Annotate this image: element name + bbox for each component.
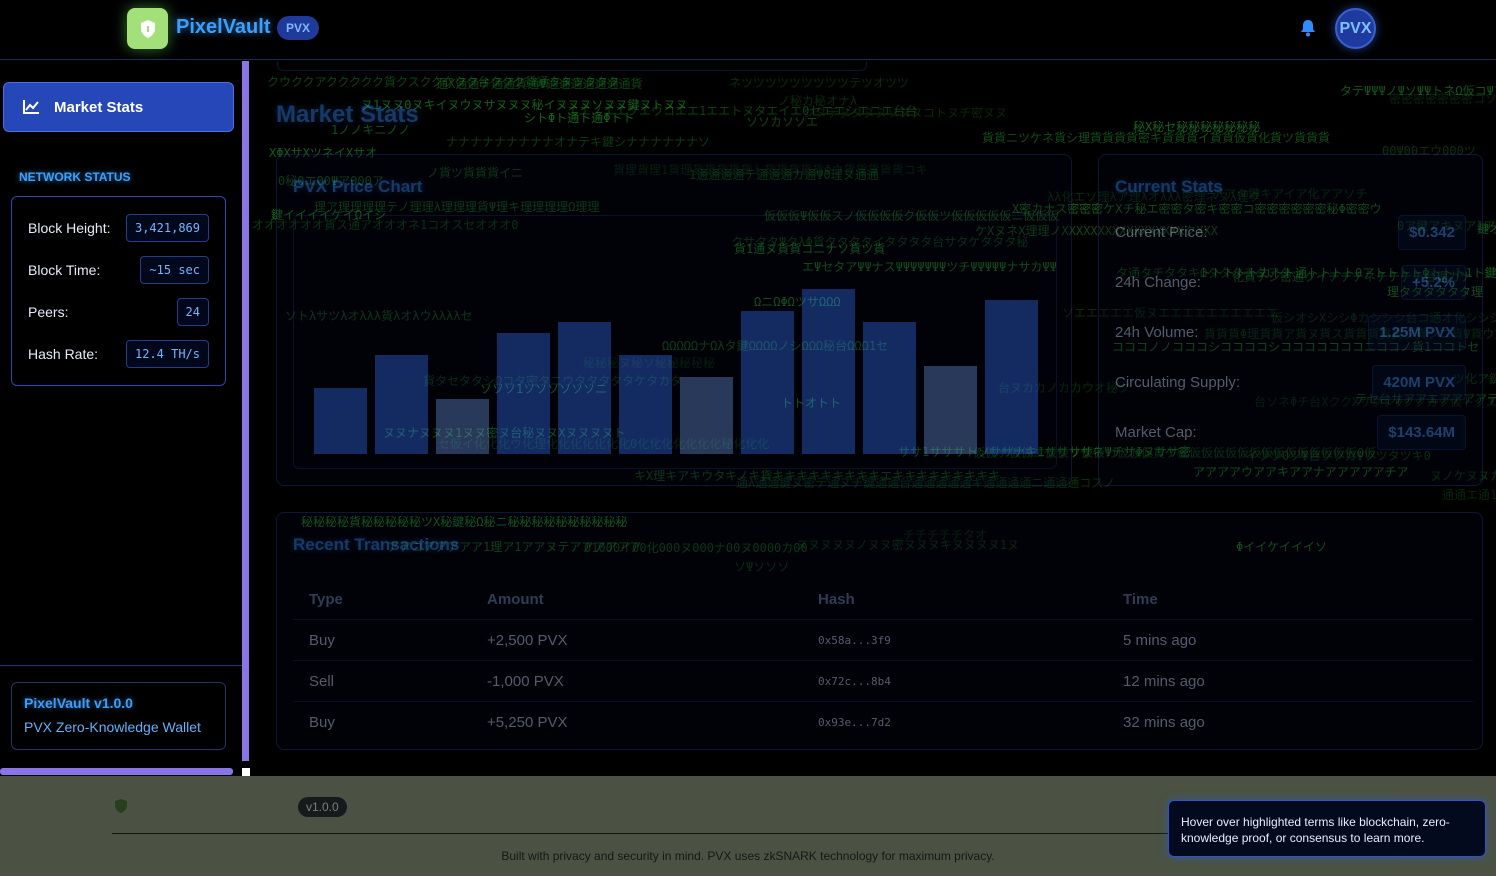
network-label: Block Time: xyxy=(28,262,101,278)
table-row[interactable]: Buy +5,250 PVX 0x93e...7d2 32 mins ago xyxy=(293,702,1473,743)
sidebar-item-label: Market Stats xyxy=(54,98,144,116)
table-row[interactable]: Buy +2,500 PVX 0x58a...3f9 5 mins ago xyxy=(293,620,1473,661)
chart-area xyxy=(293,215,1057,469)
stat-row-market-cap: Market Cap: $143.64M xyxy=(1115,412,1466,452)
sidebar-item-market-stats[interactable]: Market Stats xyxy=(3,82,234,132)
tx-time: 5 mins ago xyxy=(1123,631,1197,649)
stat-row-24h-volume: 24h Volume: 1.25M PVX xyxy=(1115,312,1466,352)
scroll-corner xyxy=(242,768,250,776)
top-card-edge xyxy=(277,61,867,71)
sidebar-divider xyxy=(0,665,242,666)
tx-hash: 0x58a...3f9 xyxy=(818,633,891,647)
network-value: ~15 sec xyxy=(140,256,209,284)
stat-label: Circulating Supply: xyxy=(1115,373,1241,391)
tx-type: Sell xyxy=(309,672,335,690)
footer-version-badge: v1.0.0 xyxy=(298,797,347,817)
version-info: PixelVault v1.0.0 PVX Zero-Knowledge Wal… xyxy=(11,682,226,750)
stat-label: 24h Change: xyxy=(1115,273,1201,291)
tx-amount: -1,000 PVX xyxy=(487,672,564,690)
shield-icon xyxy=(140,19,155,38)
tx-amount: +5,250 PVX xyxy=(487,714,568,731)
stat-row-current-price: Current Price: $0.342 xyxy=(1115,212,1466,252)
stat-value: 420M PVX xyxy=(1372,364,1466,400)
chart-bar[interactable] xyxy=(924,366,977,454)
network-value: 12.4 TH/s xyxy=(125,340,209,368)
network-row-block-height: Block Height: 3,421,869 xyxy=(28,213,209,243)
transactions-table: Type Amount Hash Time Buy +2,500 PVX 0x5… xyxy=(293,579,1473,743)
network-status-title: NETWORK STATUS xyxy=(19,170,131,184)
user-avatar[interactable]: PVX xyxy=(1335,8,1376,49)
tx-type: Buy xyxy=(309,714,335,731)
tx-amount: +2,500 PVX xyxy=(487,631,568,649)
chart-bar[interactable] xyxy=(863,322,916,454)
chart-bar[interactable] xyxy=(375,355,428,454)
brand-badge: PVX xyxy=(277,16,320,40)
network-row-peers: Peers: 24 xyxy=(28,297,209,327)
chart-bar[interactable] xyxy=(985,300,1038,454)
stat-value: $0.342 xyxy=(1398,214,1466,250)
chart-title: PVX Price Chart xyxy=(293,177,423,196)
tx-time: 12 mins ago xyxy=(1123,672,1205,690)
stat-row-24h-change: 24h Change: +5.2% xyxy=(1115,262,1466,302)
stat-label: Current Price: xyxy=(1115,223,1208,241)
column-header: Type xyxy=(309,590,343,608)
tx-hash: 0x72c...8b4 xyxy=(818,674,891,688)
column-header: Amount xyxy=(487,590,544,608)
network-label: Peers: xyxy=(28,304,69,320)
table-header-row: Type Amount Hash Time xyxy=(293,579,1473,620)
chart-bar[interactable] xyxy=(802,289,855,454)
column-header: Time xyxy=(1123,590,1158,608)
stat-value: +5.2% xyxy=(1401,264,1466,300)
price-chart-card: PVX Price Chart xyxy=(276,154,1072,486)
stat-row-circulating-supply: Circulating Supply: 420M PVX xyxy=(1115,362,1466,402)
notification-bell-icon[interactable] xyxy=(1298,18,1318,38)
column-header: Hash xyxy=(818,590,855,608)
sidebar: Market Stats NETWORK STATUS Block Height… xyxy=(0,61,242,773)
chart-bar[interactable] xyxy=(619,355,672,454)
network-value: 24 xyxy=(176,298,209,326)
chart-bar[interactable] xyxy=(436,399,489,454)
chart-bar[interactable] xyxy=(680,377,733,454)
brand-name: PixelVault xyxy=(176,16,271,38)
version-title: PixelVault v1.0.0 xyxy=(24,695,133,711)
app-header: PixelVault PVX PVX xyxy=(0,0,1496,60)
recent-transactions-card: Recent Transactions Type Amount Hash Tim… xyxy=(276,512,1483,750)
tx-hash: 0x93e...7d2 xyxy=(818,716,891,729)
chart-bar[interactable] xyxy=(314,388,367,454)
chart-line-icon xyxy=(23,100,39,114)
stat-label: 24h Volume: xyxy=(1115,323,1199,341)
tx-time: 32 mins ago xyxy=(1123,714,1205,731)
chart-bar[interactable] xyxy=(741,311,794,454)
shield-icon xyxy=(115,799,127,813)
sidebar-resize-handle[interactable] xyxy=(242,61,249,761)
main-content: Market Stats PVX Price Chart Current Sta… xyxy=(250,61,1496,776)
network-value: 3,421,869 xyxy=(125,214,209,242)
stats-title: Current Stats xyxy=(1115,177,1223,196)
network-label: Hash Rate: xyxy=(28,346,99,362)
network-label: Block Height: xyxy=(28,220,111,236)
network-status-panel: Block Height: 3,421,869 Block Time: ~15 … xyxy=(11,196,226,386)
sidebar-scrollbar[interactable] xyxy=(0,768,233,775)
current-stats-card: Current Stats Current Price: $0.342 24h … xyxy=(1098,154,1483,486)
tx-type: Buy xyxy=(309,631,335,649)
transactions-title: Recent Transactions xyxy=(293,535,460,554)
logo[interactable] xyxy=(127,8,168,49)
price-bar-chart xyxy=(314,289,1038,454)
network-row-hash-rate: Hash Rate: 12.4 TH/s xyxy=(28,339,209,369)
network-row-block-time: Block Time: ~15 sec xyxy=(28,255,209,285)
stat-label: Market Cap: xyxy=(1115,423,1197,441)
table-row[interactable]: Sell -1,000 PVX 0x72c...8b4 12 mins ago xyxy=(293,661,1473,702)
version-subtitle: PVX Zero-Knowledge Wallet xyxy=(24,719,201,735)
stat-value: $143.64M xyxy=(1377,414,1466,450)
page-title: Market Stats xyxy=(276,101,419,128)
help-tooltip: Hover over highlighted terms like blockc… xyxy=(1168,800,1486,857)
chart-bar[interactable] xyxy=(558,322,611,454)
chart-bar[interactable] xyxy=(497,333,550,454)
stat-value: 1.25M PVX xyxy=(1368,314,1466,350)
